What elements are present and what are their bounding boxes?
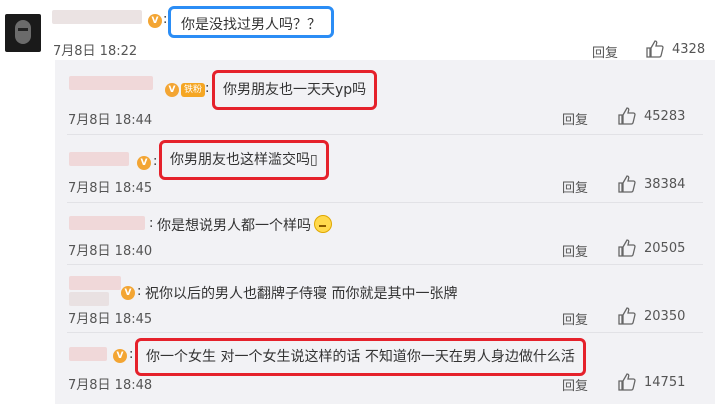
blurred-username[interactable] — [69, 216, 145, 230]
avatar[interactable] — [5, 14, 41, 52]
separator: : — [129, 347, 134, 362]
like-button[interactable]: 20505 — [618, 239, 685, 257]
member-badge-icon — [113, 349, 127, 363]
reply-text: 你一个女生 对一个女生说这样的话 不知道你一天在男人身边做什么活 — [135, 338, 586, 376]
member-badge-icon — [148, 14, 162, 28]
like-count: 45283 — [644, 108, 686, 124]
fan-badge: 铁粉 — [181, 83, 206, 97]
blurred-username[interactable] — [52, 10, 142, 24]
separator: : — [163, 12, 168, 27]
replies-panel: 铁粉 : 你男朋友也一天天yp吗 7月8日 18:44 回复 45283 : 你… — [55, 60, 715, 404]
thumbs-up-icon — [618, 239, 636, 257]
reply-text: 你男朋友也这样滥交吗▯ — [159, 140, 329, 180]
reply-time: 7月8日 18:48 — [68, 378, 153, 393]
separator: : — [137, 284, 142, 299]
divider — [67, 264, 703, 265]
like-button[interactable]: 4328 — [646, 40, 705, 58]
like-button[interactable]: 38384 — [618, 175, 685, 193]
blurred-username[interactable] — [69, 76, 153, 90]
blurred-username[interactable] — [69, 152, 129, 166]
blurred-username[interactable] — [69, 347, 107, 361]
like-count: 14751 — [644, 374, 686, 390]
reply-time: 7月8日 18:45 — [68, 181, 153, 196]
separator: : — [149, 216, 154, 231]
divider — [67, 202, 703, 203]
thumbs-up-icon — [646, 40, 664, 58]
like-count: 20505 — [644, 240, 686, 256]
reply-time: 7月8日 18:40 — [68, 244, 153, 259]
like-count: 20350 — [644, 308, 686, 324]
blurred-username[interactable] — [69, 276, 121, 290]
comment-thread: : 你是没找过男人吗？？ 7月8日 18:22 回复 4328 铁粉 : 你男朋… — [0, 0, 716, 404]
member-badge-icon — [165, 83, 179, 97]
sweat-emoji-icon — [314, 215, 332, 233]
reply-button[interactable]: 回复 — [562, 177, 588, 196]
reply-button[interactable]: 回复 — [562, 375, 588, 394]
reply-button[interactable]: 回复 — [562, 309, 588, 328]
divider — [67, 134, 703, 135]
main-comment-text: 你是没找过男人吗？？ — [168, 6, 334, 38]
thumbs-up-icon — [618, 107, 636, 125]
like-button[interactable]: 14751 — [618, 373, 685, 391]
separator: : — [205, 81, 210, 96]
reply-time: 7月8日 18:44 — [68, 113, 153, 128]
thumbs-up-icon — [618, 373, 636, 391]
blurred-username — [69, 292, 109, 306]
reply-text-row: 你是想说男人都一个样吗 — [157, 215, 332, 235]
reply-text: 你男朋友也一天天yp吗 — [212, 70, 378, 110]
reply-button[interactable]: 回复 — [562, 241, 588, 260]
member-badge-icon — [137, 156, 151, 170]
separator: : — [153, 154, 158, 169]
thumbs-up-icon — [618, 307, 636, 325]
like-count: 4328 — [672, 41, 706, 57]
like-button[interactable]: 45283 — [618, 107, 685, 125]
comment-time: 7月8日 18:22 — [53, 44, 138, 59]
reply-text: 祝你以后的男人也翻牌子侍寝 而你就是其中一张牌 — [145, 286, 458, 302]
reply-time: 7月8日 18:45 — [68, 312, 153, 327]
thumbs-up-icon — [618, 175, 636, 193]
reply-button[interactable]: 回复 — [592, 42, 618, 61]
member-badge-icon — [121, 286, 135, 300]
like-button[interactable]: 20350 — [618, 307, 685, 325]
reply-button[interactable]: 回复 — [562, 109, 588, 128]
divider — [67, 332, 703, 333]
like-count: 38384 — [644, 176, 686, 192]
reply-text: 你是想说男人都一个样吗 — [157, 218, 311, 234]
